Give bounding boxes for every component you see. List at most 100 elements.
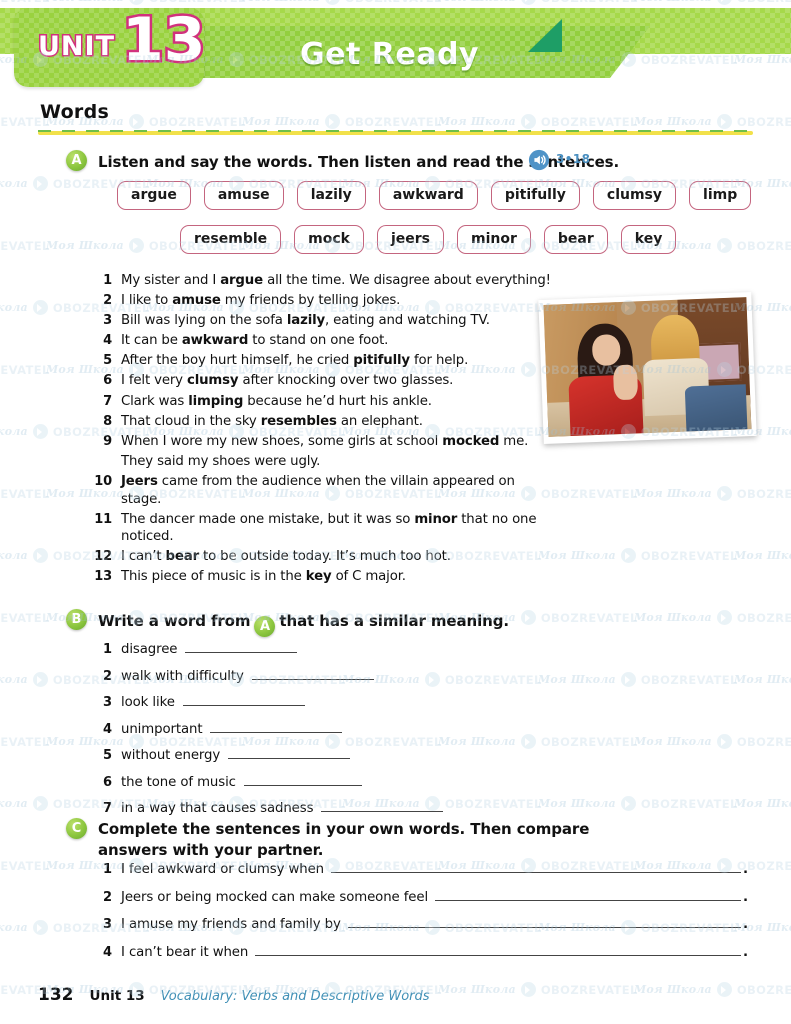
sentence-keyword: amuse <box>172 293 221 309</box>
item-prompt: in a way that causes sadness <box>121 801 314 816</box>
answer-blank[interactable] <box>255 942 742 956</box>
sentence-keyword: awkward <box>181 333 249 349</box>
exercise-c-item: 3 I amuse my friends and family by. <box>88 914 748 933</box>
word-chip[interactable]: limp <box>689 181 752 210</box>
item-number: 3 <box>103 917 112 932</box>
sentence-item: 11 The dancer made one mistake, but it wa… <box>88 511 558 546</box>
two-girls-arguing-photo <box>538 291 757 445</box>
sentence-item: 2 I like to amuse my friends by telling j… <box>88 292 558 310</box>
exercise-b-item: 2 walk with difficulty <box>88 666 558 685</box>
exercise-c-instruction: Complete the sentences in your own words… <box>98 819 589 861</box>
answer-blank[interactable] <box>243 772 362 786</box>
sentence-text: Bill was lying on the sofa lazily, eatin… <box>121 313 490 329</box>
word-chip[interactable]: bear <box>543 225 608 254</box>
sentence-number: 3 <box>103 313 112 329</box>
sentence-number: 9 <box>103 433 112 449</box>
sentence-text: That cloud in the sky resembles an eleph… <box>121 413 423 429</box>
item-number: 2 <box>103 668 112 684</box>
word-chip[interactable]: minor <box>457 225 531 254</box>
sentence-item: 0They said my shoes were ugly. <box>88 453 558 471</box>
answer-blank[interactable] <box>347 914 742 928</box>
exercise-b-list: 1 disagree 2 walk with difficulty 3 look like… <box>88 639 558 825</box>
item-prompt: I can’t bear it when <box>121 944 249 960</box>
exercise-b-item: 4 unimportant <box>88 719 558 738</box>
word-chip[interactable]: clumsy <box>592 181 677 210</box>
exercise-c-instruction-line1: Complete the sentences in your own words… <box>98 820 590 838</box>
exercise-b-instruction-post: that has a similar meaning. <box>279 612 509 630</box>
speaker-icon[interactable] <box>528 149 550 171</box>
sentence-item: 1 My sister and I argue all the time. We … <box>88 272 558 290</box>
sentence-text: They said my shoes were ugly. <box>121 453 321 469</box>
answer-blank[interactable] <box>185 639 298 653</box>
word-chip[interactable]: amuse <box>203 181 284 210</box>
item-number: 6 <box>103 774 112 790</box>
answer-blank[interactable] <box>210 719 343 733</box>
word-chip[interactable]: key <box>620 225 677 254</box>
word-chip[interactable]: awkward <box>378 181 478 210</box>
exercise-b-instruction: Write a word from Athat has a similar mea… <box>98 612 509 637</box>
item-number: 7 <box>103 801 112 816</box>
sentence-terminator: . <box>743 944 748 960</box>
answer-blank[interactable] <box>251 666 374 680</box>
sentence-item: 8 That cloud in the sky resembles an elep… <box>88 413 558 431</box>
item-number: 1 <box>103 862 112 877</box>
sentence-item: 13 This piece of music is in the key of C… <box>88 568 558 586</box>
sentence-item: 3 Bill was lying on the sofa lazily, eati… <box>88 312 558 330</box>
textbook-page: Get Ready UNIT 13 Words A Listen and say… <box>0 0 791 1024</box>
exercise-c-item: 4 I can’t bear it when. <box>88 942 748 961</box>
sentence-text: I can’t bear to be outside today. It’s m… <box>121 549 451 565</box>
sentence-item: 6 I felt very clumsy after knocking over … <box>88 372 558 390</box>
answer-blank[interactable] <box>321 798 444 812</box>
sentence-text: I like to amuse my friends by telling jo… <box>121 293 401 309</box>
sentence-item: 9 When I wore my new shoes, some girls at… <box>88 433 558 451</box>
page-footer: 132 Unit 13 Vocabulary: Verbs and Descri… <box>38 985 430 1005</box>
sentence-number: 12 <box>94 549 112 565</box>
exercise-badge-a: A <box>66 150 87 171</box>
sentence-keyword: minor <box>414 511 458 527</box>
sentence-keyword: bear <box>165 549 200 565</box>
sentence-number: 8 <box>103 413 112 429</box>
sentence-number: 1 <box>103 273 112 288</box>
sentence-item: 5 After the boy hurt himself, he cried pi… <box>88 352 558 370</box>
word-chip[interactable]: mock <box>294 225 364 254</box>
exercise-badge-b: B <box>66 609 87 630</box>
word-chip[interactable]: pitifully <box>490 181 580 210</box>
sentence-keyword: Jeers <box>121 473 158 489</box>
exercise-c-list: 1 I feel awkward or clumsy when. 2 Jeers or… <box>88 859 748 969</box>
item-prompt: the tone of music <box>121 774 236 790</box>
sentence-text: It can be awkward to stand on one foot. <box>121 333 389 349</box>
sentence-number: 5 <box>103 353 112 369</box>
item-number: 4 <box>103 721 112 737</box>
exercise-c-instruction-line2: answers with your partner. <box>98 841 324 859</box>
sentence-item: 10 Jeers came from the audience when the … <box>88 473 558 508</box>
sentence-item: 4 It can be awkward to stand on one foot. <box>88 332 558 350</box>
item-prompt: I amuse my friends and family by <box>121 917 341 932</box>
exercise-b-item: 7 in a way that causes sadness <box>88 798 558 817</box>
word-chip[interactable]: jeers <box>376 225 444 254</box>
sentence-terminator: . <box>743 917 748 932</box>
photo-image <box>543 297 752 437</box>
answer-blank[interactable] <box>228 745 351 759</box>
sentence-number: 13 <box>94 569 112 585</box>
sentence-number: 4 <box>103 333 112 349</box>
page-content: Words A Listen and say the words. Then l… <box>0 0 791 1024</box>
exercise-b-item: 6 the tone of music <box>88 772 558 791</box>
word-chip-row-2: resemble mock jeers minor bear key <box>180 225 677 254</box>
sentence-number: 2 <box>103 293 112 309</box>
sentence-keyword: argue <box>220 273 263 288</box>
sentence-keyword: resembles <box>260 413 337 429</box>
answer-blank[interactable] <box>435 887 742 901</box>
footer-vocabulary: Vocabulary: Verbs and Descriptive Words <box>160 989 430 1004</box>
item-prompt: Jeers or being mocked can make someone f… <box>121 889 429 905</box>
word-chip[interactable]: lazily <box>296 181 366 210</box>
item-prompt: disagree <box>121 642 178 657</box>
exercise-b-item: 1 disagree <box>88 639 558 658</box>
answer-blank[interactable] <box>331 859 742 873</box>
word-chip[interactable]: resemble <box>180 225 282 254</box>
item-number: 2 <box>103 889 112 905</box>
word-chip[interactable]: argue <box>117 181 191 210</box>
sentence-terminator: . <box>743 889 748 905</box>
exercise-c-item: 1 I feel awkward or clumsy when. <box>88 859 748 878</box>
sentence-number: 11 <box>94 511 112 527</box>
answer-blank[interactable] <box>182 692 305 706</box>
